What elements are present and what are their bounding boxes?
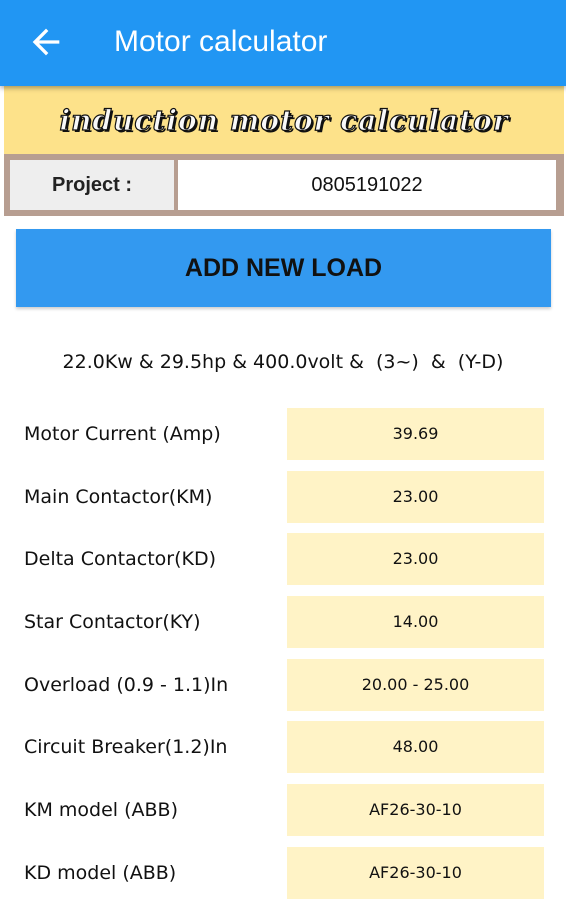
result-row: KD model (ABB) AF26-30-10 [0,846,566,910]
result-label: Main Contactor(KM) [24,485,213,508]
result-value: 23.00 [287,533,544,586]
result-value: 23.00 [287,470,544,523]
motor-summary: 22.0Kw & 29.5hp & 400.0volt & (3~) & (Y-… [62,351,504,373]
result-value: 48.00 [287,721,544,774]
result-value: 20.00 - 25.00 [287,658,544,711]
result-value: AF26-30-10 [287,784,544,837]
result-label: Star Contactor(KY) [24,611,201,634]
result-row: Delta Contactor(KD) 23.00 [0,533,566,596]
result-row: KM model (ABB) AF26-30-10 [0,784,566,847]
add-new-load-button[interactable]: ADD NEW LOAD [16,229,551,307]
project-value-field[interactable]: 0805191022 [178,160,556,210]
project-row: Project : 0805191022 [4,154,564,216]
result-label: KM model (ABB) [24,799,178,822]
banner-title: induction motor calculator [59,103,509,137]
result-label: Circuit Breaker(1.2)In [24,736,228,759]
app-title: Motor calculator [114,25,328,58]
result-row: Overload (0.9 - 1.1)In 20.00 - 25.00 [0,658,566,722]
app-bar: Motor calculator [0,0,566,86]
result-value: 14.00 [287,596,544,649]
result-label: Delta Contactor(KD) [24,548,217,571]
back-button[interactable] [26,22,66,62]
result-value: 39.69 [287,408,544,460]
result-label: Overload (0.9 - 1.1)In [24,673,229,696]
result-row: Circuit Breaker(1.2)In 48.00 [0,721,566,784]
results-list: Motor Current (Amp) 39.69 Main Contactor… [0,408,566,910]
title-banner: induction motor calculator [4,86,564,154]
result-row: Motor Current (Amp) 39.69 [0,408,566,471]
result-label: Motor Current (Amp) [24,423,221,445]
result-row: Main Contactor(KM) 23.00 [0,470,566,534]
arrow-left-icon [32,28,60,56]
result-value: AF26-30-10 [287,846,544,899]
result-row: Star Contactor(KY) 14.00 [0,596,566,659]
project-label: Project : [10,160,174,210]
result-label: KD model (ABB) [24,861,177,884]
